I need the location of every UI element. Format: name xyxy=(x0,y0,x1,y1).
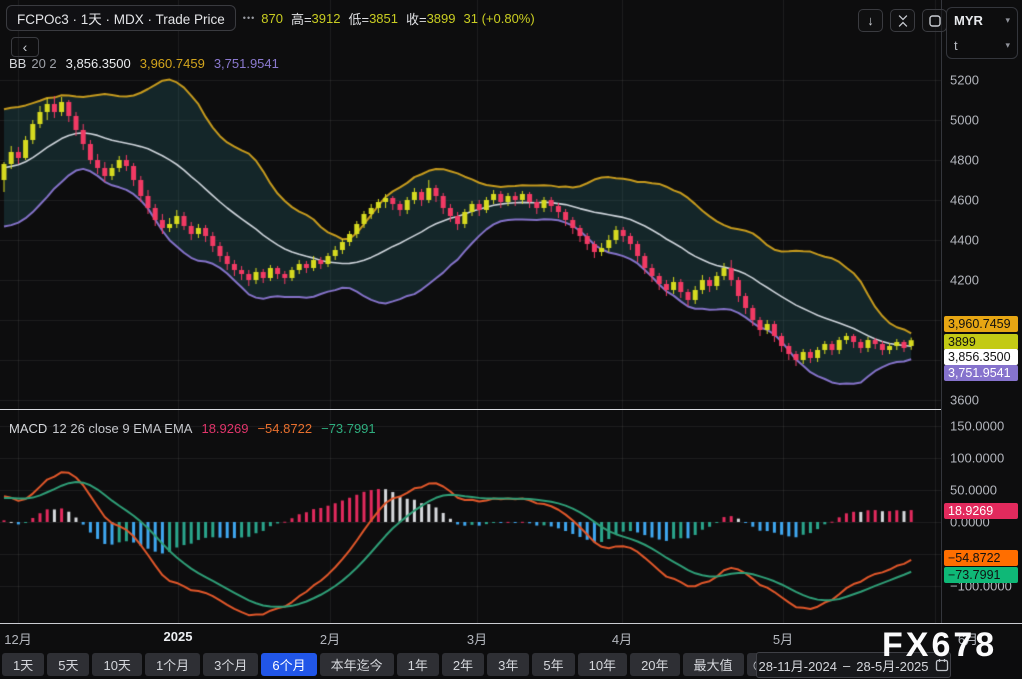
currency-dropdown[interactable]: MYR ▾ xyxy=(947,8,1017,33)
maximize-icon xyxy=(928,14,941,27)
arrow-down-icon: ↓ xyxy=(867,13,874,28)
macd-tick: 100.0000 xyxy=(950,450,1005,466)
currency-label: MYR xyxy=(954,13,983,28)
macd-hist-value: 18.9269 xyxy=(201,421,249,436)
ohlc-close-label: 收= xyxy=(405,11,427,27)
chart-window: FCPOc3 · 1天 · MDX · Trade Price ••• 870 … xyxy=(0,0,1022,679)
macd-hist-badge: 18.9269 xyxy=(944,503,1018,519)
ohlc-change-value: 31 (+0.80%) xyxy=(463,10,535,26)
time-axis-label: 2月 xyxy=(319,632,341,647)
range-button-2年[interactable]: 2年 xyxy=(441,653,485,676)
range-button-最大值[interactable]: 最大值 xyxy=(682,653,744,676)
price-tick: 4400 xyxy=(950,232,979,248)
collapse-pane-button[interactable] xyxy=(890,9,915,32)
price-tick: 3600 xyxy=(950,392,979,408)
macd-signal-badge: −73.7991 xyxy=(944,567,1018,583)
time-axis-label: 5月 xyxy=(772,632,794,647)
maximize-pane-button[interactable] xyxy=(922,9,947,32)
calendar-icon xyxy=(935,659,948,672)
macd-line-value: −54.8722 xyxy=(257,421,313,436)
axis-settings-box: MYR ▾ t ▾ xyxy=(946,7,1018,59)
date-range-separator: – xyxy=(843,657,851,673)
range-button-10天[interactable]: 10天 xyxy=(92,653,142,676)
price-tick: 5000 xyxy=(950,112,979,128)
chart-area: FCPOc3 · 1天 · MDX · Trade Price ••• 870 … xyxy=(0,0,947,623)
symbol-tab-label: FCPOc3 · 1天 · MDX · Trade Price xyxy=(17,12,225,27)
ohlc-low-label: 低= xyxy=(348,11,370,27)
macd-title: MACD xyxy=(9,421,48,436)
bb-lower-badge: 3,751.9541 xyxy=(944,365,1018,381)
range-button-3个月[interactable]: 3个月 xyxy=(203,653,259,676)
price-tick: 4600 xyxy=(950,192,979,208)
range-button-5年[interactable]: 5年 xyxy=(532,653,575,676)
range-buttons: 1天5天10天1个月3个月6个月本年迄今1年2年3年5年10年20年最大值◎ xyxy=(2,653,771,676)
bb-indicator-legend: BB 20 2 3,856.3500 3,960.7459 3,751.9541 xyxy=(9,56,279,71)
macd-line-badge: −54.8722 xyxy=(944,550,1018,566)
range-button-3年[interactable]: 3年 xyxy=(487,653,530,676)
ohlc-low-value: 3851 xyxy=(369,10,398,26)
time-axis-label: 2025 xyxy=(163,629,193,644)
symbol-tab[interactable]: FCPOc3 · 1天 · MDX · Trade Price xyxy=(6,5,236,31)
ohlc-high-value: 3912 xyxy=(311,10,341,26)
unit-label: t xyxy=(954,38,958,53)
range-button-1个月[interactable]: 1个月 xyxy=(144,653,201,676)
macd-tick: 150.0000 xyxy=(950,418,1005,434)
price-chart-canvas[interactable] xyxy=(0,0,941,623)
bb-title: BB xyxy=(9,56,27,71)
range-button-1年[interactable]: 1年 xyxy=(396,653,439,676)
price-tick: 5200 xyxy=(950,72,979,88)
price-axis[interactable]: MYR ▾ t ▾ 5200 5000 4800 4600 4400 4200 3600 15… xyxy=(942,0,1022,623)
macd-tick: 50.0000 xyxy=(950,482,997,498)
range-button-6个月[interactable]: 6个月 xyxy=(261,653,317,676)
ohlc-high-label: 高= xyxy=(290,11,312,27)
chevron-down-icon: ▾ xyxy=(1005,15,1010,25)
range-button-本年迄今[interactable]: 本年迄今 xyxy=(319,653,394,676)
last-price-badge: 3899 xyxy=(944,334,1018,350)
scroll-down-button[interactable]: ↓ xyxy=(858,9,883,32)
bb-params: 20 2 xyxy=(31,56,57,71)
ohlc-open-partial: 870 xyxy=(261,10,283,26)
more-options-icon[interactable]: ••• xyxy=(243,13,255,23)
macd-params: 12 26 close 9 EMA EMA xyxy=(52,421,193,436)
bottom-toolbar: 1天5天10天1个月3个月6个月本年迄今1年2年3年5年10年20年最大值◎ 2… xyxy=(0,650,1022,679)
range-button-5天[interactable]: 5天 xyxy=(47,653,90,676)
date-range-to: 28-5月-2025 xyxy=(856,658,929,674)
time-axis-label: 4月 xyxy=(611,632,633,647)
bb-upper-value: 3,960.7459 xyxy=(139,56,205,71)
time-axis-label: 6月 xyxy=(957,632,979,647)
date-range-selector[interactable]: 28-11月-2024 – 28-5月-2025 xyxy=(756,652,951,678)
chevron-down-icon: ▾ xyxy=(1005,40,1010,50)
range-button-20年[interactable]: 20年 xyxy=(630,653,680,676)
macd-signal-value: −73.7991 xyxy=(321,421,376,436)
back-button[interactable]: ‹ xyxy=(11,37,39,57)
pane-buttons: ↓ xyxy=(858,9,947,32)
bb-lower-value: 3,751.9541 xyxy=(213,56,279,71)
pane-separator[interactable] xyxy=(0,409,1022,410)
main-legend: FCPOc3 · 1天 · MDX · Trade Price ••• 870 … xyxy=(6,5,535,31)
price-tick: 4200 xyxy=(950,272,979,288)
time-axis-label: 3月 xyxy=(466,632,488,647)
chevron-left-icon: ‹ xyxy=(22,39,28,55)
unit-dropdown[interactable]: t ▾ xyxy=(947,33,1017,58)
date-range-from: 28-11月-2024 xyxy=(758,658,838,674)
range-button-1天[interactable]: 1天 xyxy=(2,653,45,676)
time-axis-label: 12月 xyxy=(4,632,32,647)
bb-basis-badge: 3,856.3500 xyxy=(944,349,1018,365)
ohlc-close-value: 3899 xyxy=(426,10,456,26)
price-tick: 4800 xyxy=(950,152,979,168)
bb-basis-value: 3,856.3500 xyxy=(65,56,131,71)
time-axis[interactable]: 12月 2025 2月 3月 4月 5月 6月 xyxy=(0,624,1022,650)
range-button-10年[interactable]: 10年 xyxy=(577,653,628,676)
ohlc-legend: 870 高= 3912 低= 3851 收= 3899 31 (+0.80%) xyxy=(261,9,534,28)
collapse-icon xyxy=(898,14,907,27)
bb-upper-badge: 3,960.7459 xyxy=(944,316,1018,332)
macd-indicator-legend: MACD 12 26 close 9 EMA EMA 18.9269 −54.8… xyxy=(9,421,376,436)
